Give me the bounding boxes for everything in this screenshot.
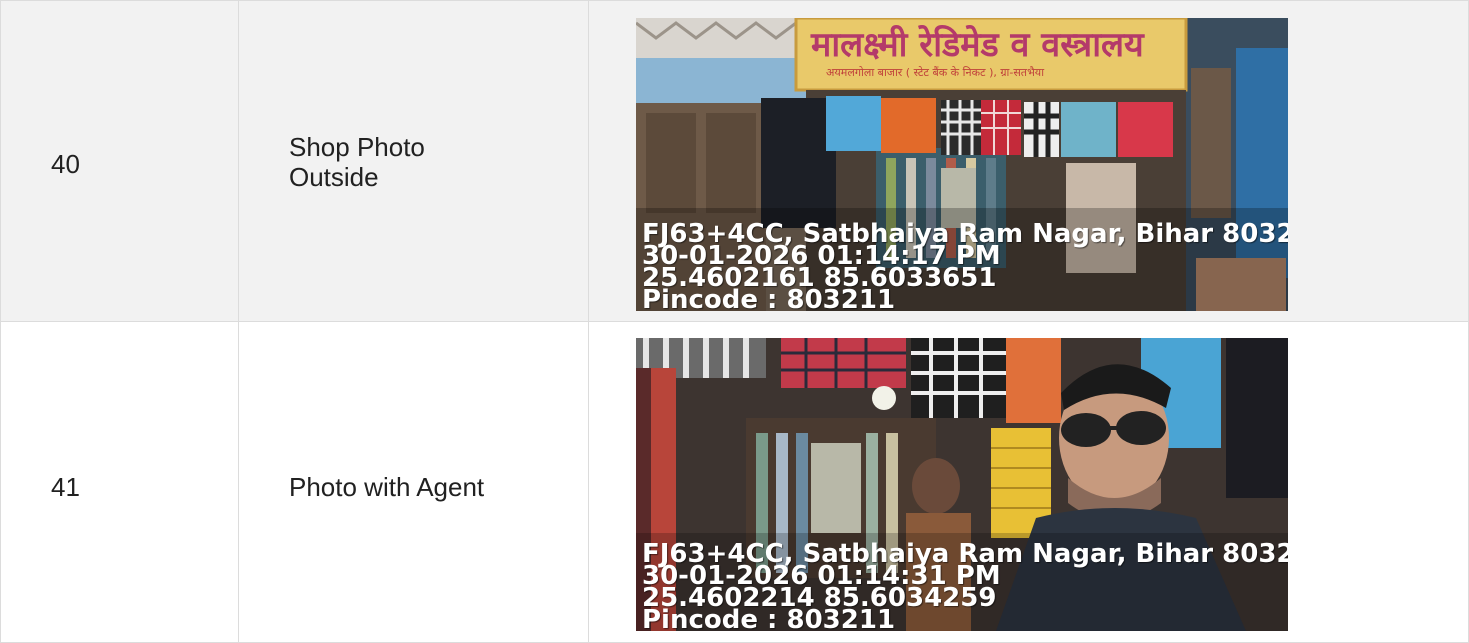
geo-stamp: FJ63+4CC, Satbhaiya Ram Nagar, Bihar 803… — [642, 221, 1288, 311]
table-row: 40 Shop Photo Outside मालक्ष्मी रेडिमेड … — [0, 0, 1469, 322]
description-cell: Photo with Agent — [239, 322, 589, 642]
photo-cell: FJ63+4CC, Satbhaiya Ram Nagar, Bihar 803… — [589, 322, 1469, 642]
photo-cell: मालक्ष्मी रेडिमेड व वस्त्रालय अयमलगोला ब… — [589, 1, 1469, 321]
photo-description: Shop Photo Outside — [289, 132, 425, 192]
table-row: 41 Photo with Agent FJ63+4CC, Satbhaiya … — [0, 322, 1469, 643]
geo-stamp: FJ63+4CC, Satbhaiya Ram Nagar, Bihar 803… — [642, 541, 1288, 631]
shop-outside-photo[interactable]: मालक्ष्मी रेडिमेड व वस्त्रालय अयमलगोला ब… — [636, 18, 1288, 311]
serial-number-cell: 40 — [0, 1, 239, 321]
serial-number: 41 — [51, 472, 80, 502]
photo-table: 40 Shop Photo Outside मालक्ष्मी रेडिमेड … — [0, 0, 1469, 643]
serial-number-cell: 41 — [0, 322, 239, 642]
description-cell: Shop Photo Outside — [239, 1, 589, 321]
agent-selfie-photo[interactable]: FJ63+4CC, Satbhaiya Ram Nagar, Bihar 803… — [636, 338, 1288, 631]
photo-description: Photo with Agent — [289, 472, 485, 502]
shop-sign-text: मालक्ष्मी रेडिमेड व वस्त्रालय — [810, 24, 1145, 65]
shop-sign-subtext: अयमलगोला बाजार ( स्टेट बैंक के निकट ), ग… — [826, 66, 1044, 79]
serial-number: 40 — [51, 149, 80, 179]
